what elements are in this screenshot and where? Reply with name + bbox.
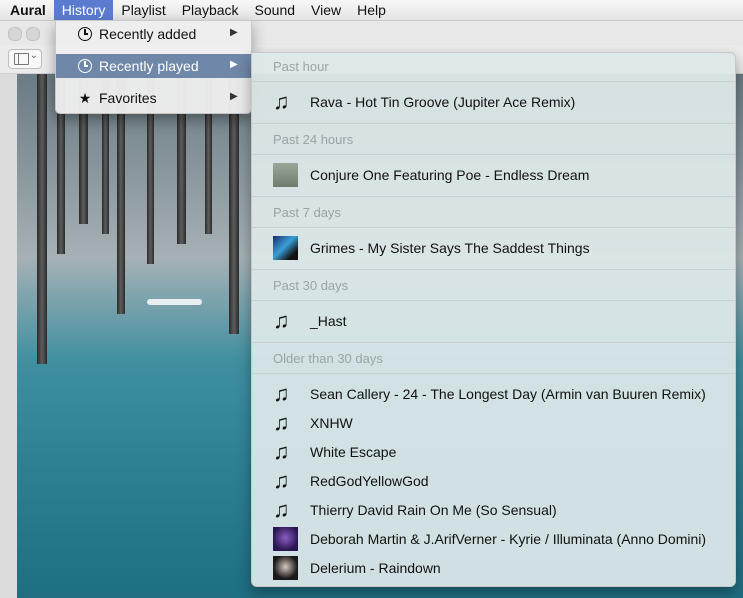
section-heading-past-hour: Past hour — [273, 59, 329, 74]
divider — [252, 154, 735, 155]
track-item[interactable]: ♫ RedGodYellowGod — [252, 468, 735, 494]
divider — [252, 342, 735, 343]
chevron-right-icon: ▶ — [230, 59, 238, 70]
music-note-icon: ♫ — [273, 439, 290, 464]
divider — [252, 123, 735, 124]
music-note-icon: ♫ — [273, 468, 290, 493]
track-item[interactable]: Delerium - Raindown — [252, 555, 735, 581]
menu-playlist[interactable]: Playlist — [113, 0, 173, 20]
menu-item-recently-played[interactable]: Recently played ▶ — [56, 54, 251, 78]
music-note-icon: ♫ — [273, 381, 290, 406]
section-heading-older-than-30-days: Older than 30 days — [273, 351, 383, 366]
menu-item-favorites[interactable]: ★ Favorites ▶ — [56, 86, 251, 110]
window-left-edge — [0, 74, 17, 598]
album-art — [273, 163, 298, 187]
music-note-icon: ♫ — [273, 308, 290, 333]
divider — [252, 300, 735, 301]
chevron-right-icon: ▶ — [230, 27, 238, 38]
section-heading-past-30-days: Past 30 days — [273, 278, 349, 293]
track-item[interactable]: Deborah Martin & J.ArifVerner - Kyrie / … — [252, 526, 735, 552]
divider — [252, 373, 735, 374]
divider — [252, 269, 735, 270]
track-item[interactable]: Conjure One Featuring Poe - Endless Drea… — [252, 162, 735, 188]
sidebar-icon — [14, 53, 29, 65]
track-title: Deborah Martin & J.ArifVerner - Kyrie / … — [310, 531, 707, 547]
menu-sound[interactable]: Sound — [247, 0, 303, 20]
track-title: Sean Callery - 24 - The Longest Day (Arm… — [310, 386, 706, 402]
track-item[interactable]: ♫ Thierry David Rain On Me (So Sensual) — [252, 497, 735, 523]
music-note-icon: ♫ — [273, 410, 290, 435]
music-note-icon: ♫ — [273, 89, 290, 114]
chevron-down-icon: ⌄ — [29, 50, 38, 61]
album-art — [273, 527, 298, 551]
track-title: White Escape — [310, 444, 397, 460]
clock-plus-icon — [78, 27, 92, 41]
menu-item-label: Recently added — [99, 26, 197, 42]
menu-item-label: Recently played — [99, 58, 199, 74]
menu-bar: Aural History Playlist Playback Sound Vi… — [0, 0, 743, 21]
snow-log — [147, 299, 202, 305]
album-art — [273, 236, 298, 260]
divider — [252, 227, 735, 228]
sidebar-toggle-button[interactable]: ⌄ — [8, 49, 42, 69]
track-title: Thierry David Rain On Me (So Sensual) — [310, 502, 557, 518]
menu-view[interactable]: View — [303, 0, 349, 20]
track-title: RedGodYellowGod — [310, 473, 429, 489]
music-note-icon: ♫ — [273, 497, 290, 522]
star-icon: ★ — [78, 90, 92, 106]
album-art — [273, 556, 298, 580]
track-title: Conjure One Featuring Poe - Endless Drea… — [310, 167, 590, 183]
menu-item-recently-added[interactable]: Recently added ▶ — [56, 22, 251, 46]
track-item[interactable]: ♫ _Hast — [252, 308, 735, 334]
clock-icon — [78, 59, 92, 73]
track-title: Delerium - Raindown — [310, 560, 441, 576]
track-item[interactable]: ♫ Sean Callery - 24 - The Longest Day (A… — [252, 381, 735, 407]
minimize-window-button[interactable] — [26, 27, 40, 41]
chevron-right-icon: ▶ — [230, 91, 238, 102]
menu-app-aural[interactable]: Aural — [0, 0, 54, 20]
menu-playback[interactable]: Playback — [174, 0, 247, 20]
section-heading-past-24-hours: Past 24 hours — [273, 132, 354, 147]
divider — [252, 196, 735, 197]
tree-trunk — [37, 74, 47, 364]
track-item[interactable]: Grimes - My Sister Says The Saddest Thin… — [252, 235, 735, 261]
menu-item-label: Favorites — [99, 90, 157, 106]
track-title: _Hast — [310, 313, 347, 329]
track-title: XNHW — [310, 415, 353, 431]
track-title: Rava - Hot Tin Groove (Jupiter Ace Remix… — [310, 94, 576, 110]
menu-help[interactable]: Help — [349, 0, 394, 20]
track-title: Grimes - My Sister Says The Saddest Thin… — [310, 240, 590, 256]
history-menu: Recently added ▶ Recently played ▶ ★ Fav… — [55, 20, 252, 114]
recently-played-submenu: Past hour ♫ Rava - Hot Tin Groove (Jupit… — [251, 52, 736, 587]
track-item[interactable]: ♫ XNHW — [252, 410, 735, 436]
track-item[interactable]: ♫ Rava - Hot Tin Groove (Jupiter Ace Rem… — [252, 89, 735, 115]
section-heading-past-7-days: Past 7 days — [273, 205, 341, 220]
menu-history[interactable]: History — [53, 0, 114, 20]
close-window-button[interactable] — [8, 27, 22, 41]
divider — [252, 81, 735, 82]
track-item[interactable]: ♫ White Escape — [252, 439, 735, 465]
